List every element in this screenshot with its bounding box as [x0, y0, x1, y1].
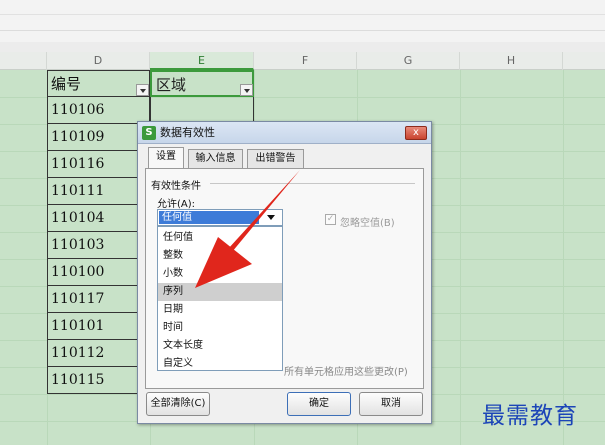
arrow-shaft: [228, 170, 300, 252]
watermark-logo: 最需教育: [482, 403, 578, 429]
annotation-arrow: [195, 170, 300, 288]
arrow-head-icon: [195, 237, 252, 288]
